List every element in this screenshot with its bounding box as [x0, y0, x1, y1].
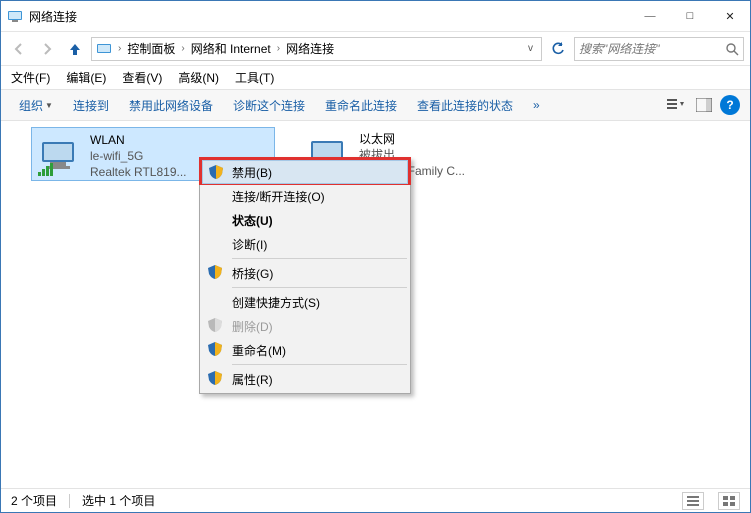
- separator: [232, 287, 407, 288]
- maximize-button[interactable]: □: [670, 1, 710, 31]
- status-selection: 选中 1 个项目: [82, 492, 155, 509]
- adapter-icon: [36, 132, 84, 180]
- adapter-name: WLAN: [90, 132, 187, 148]
- ctx-label: 诊断(I): [232, 236, 267, 253]
- status-count: 2 个项目: [11, 492, 57, 509]
- icons-view-button[interactable]: [718, 492, 740, 510]
- details-view-button[interactable]: [682, 492, 704, 510]
- ctx-label: 禁用(B): [232, 164, 272, 181]
- ctx-label: 状态(U): [232, 212, 273, 229]
- ctx-label: 删除(D): [232, 318, 273, 335]
- ctx-shortcut[interactable]: 创建快捷方式(S): [202, 290, 408, 314]
- breadcrumb-item[interactable]: 网络和 Internet: [189, 40, 273, 57]
- adapter-ssid: le-wifi_5G: [90, 148, 187, 164]
- chevron-right-icon: ›: [275, 43, 282, 54]
- search-icon: [725, 42, 739, 56]
- toolbar: 组织▼ 连接到 禁用此网络设备 诊断这个连接 重命名此连接 查看此连接的状态 »…: [1, 89, 750, 121]
- address-bar-row: › 控制面板 › 网络和 Internet › 网络连接 v 搜索"网络连接": [1, 31, 750, 65]
- preview-pane-button[interactable]: [692, 93, 716, 117]
- ctx-connect[interactable]: 连接/断开连接(O): [202, 184, 408, 208]
- ctx-delete: 删除(D): [202, 314, 408, 338]
- ctx-status[interactable]: 状态(U): [202, 208, 408, 232]
- menu-edit[interactable]: 编辑(E): [66, 69, 106, 86]
- shield-icon: [208, 342, 222, 356]
- back-button[interactable]: [7, 37, 31, 61]
- breadcrumb-item[interactable]: 网络连接: [284, 40, 336, 57]
- breadcrumb-dropdown[interactable]: v: [524, 43, 537, 54]
- menu-view[interactable]: 查看(V): [122, 69, 162, 86]
- menu-advanced[interactable]: 高级(N): [178, 69, 219, 86]
- ctx-bridge[interactable]: 桥接(G): [202, 261, 408, 285]
- breadcrumb-icon: [96, 41, 112, 57]
- up-button[interactable]: [63, 37, 87, 61]
- ctx-label: 属性(R): [232, 371, 273, 388]
- titlebar: 网络连接 — □ ✕: [1, 1, 750, 31]
- separator: [232, 258, 407, 259]
- ctx-label: 重命名(M): [232, 342, 286, 359]
- shield-icon: [208, 265, 222, 279]
- minimize-button[interactable]: —: [630, 1, 670, 31]
- help-button[interactable]: ?: [720, 95, 740, 115]
- breadcrumb-item[interactable]: 控制面板: [125, 40, 177, 57]
- toolbar-overflow[interactable]: »: [525, 94, 548, 116]
- close-button[interactable]: ✕: [710, 1, 750, 31]
- ctx-label: 连接/断开连接(O): [232, 188, 325, 205]
- ctx-disable[interactable]: 禁用(B): [202, 160, 408, 184]
- ctx-label: 桥接(G): [232, 265, 273, 282]
- chevron-right-icon: ›: [179, 43, 186, 54]
- adapter-text: WLAN le-wifi_5G Realtek RTL819...: [90, 132, 187, 176]
- organize-label: 组织: [19, 97, 43, 114]
- ctx-rename[interactable]: 重命名(M): [202, 338, 408, 362]
- disable-device-button[interactable]: 禁用此网络设备: [121, 93, 221, 118]
- rename-button[interactable]: 重命名此连接: [317, 93, 405, 118]
- app-icon: [7, 8, 23, 24]
- search-placeholder: 搜索"网络连接": [579, 40, 660, 57]
- chevron-right-icon: ›: [116, 43, 123, 54]
- adapter-name: 以太网: [359, 131, 465, 147]
- ctx-properties[interactable]: 属性(R): [202, 367, 408, 391]
- window-title: 网络连接: [29, 8, 630, 25]
- organize-button[interactable]: 组织▼: [11, 93, 61, 118]
- view-status-button[interactable]: 查看此连接的状态: [409, 93, 521, 118]
- ctx-label: 创建快捷方式(S): [232, 294, 320, 311]
- ctx-diagnose[interactable]: 诊断(I): [202, 232, 408, 256]
- diagnose-button[interactable]: 诊断这个连接: [225, 93, 313, 118]
- status-bar: 2 个项目 选中 1 个项目: [1, 488, 750, 512]
- breadcrumb[interactable]: › 控制面板 › 网络和 Internet › 网络连接 v: [91, 37, 542, 61]
- shield-icon: [209, 165, 223, 179]
- menu-tools[interactable]: 工具(T): [235, 69, 274, 86]
- connect-to-button[interactable]: 连接到: [65, 93, 117, 118]
- content-area: WLAN le-wifi_5G Realtek RTL819... 以太网 被拔…: [1, 121, 750, 487]
- separator: [232, 364, 407, 365]
- menu-bar: 文件(F) 编辑(E) 查看(V) 高级(N) 工具(T): [1, 65, 750, 89]
- context-menu: 禁用(B) 连接/断开连接(O) 状态(U) 诊断(I) 桥接(G) 创建快捷方…: [199, 157, 411, 394]
- divider: [69, 494, 70, 508]
- menu-file[interactable]: 文件(F): [11, 69, 50, 86]
- refresh-button[interactable]: [546, 37, 570, 61]
- forward-button[interactable]: [35, 37, 59, 61]
- view-options-button[interactable]: [664, 93, 688, 117]
- adapter-device: Realtek RTL819...: [90, 164, 187, 180]
- chevron-down-icon: ▼: [45, 101, 53, 110]
- shield-icon: [208, 371, 222, 385]
- search-input[interactable]: 搜索"网络连接": [574, 37, 744, 61]
- shield-icon: [208, 318, 222, 332]
